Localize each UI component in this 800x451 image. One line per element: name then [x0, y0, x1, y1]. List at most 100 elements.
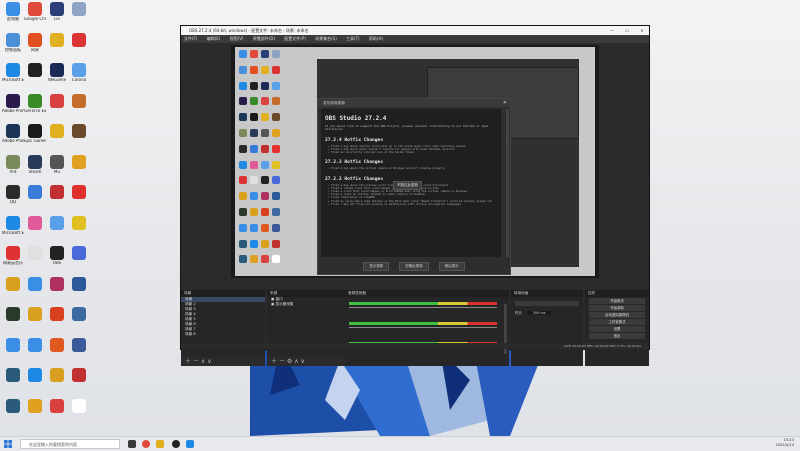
desktop-icon[interactable]: 此电脑: [2, 2, 24, 21]
desktop-icon[interactable]: Steam: [24, 154, 46, 174]
desktop-icon[interactable]: [46, 32, 68, 48]
desktop-icon[interactable]: [24, 215, 46, 231]
desktop-icon[interactable]: WeGame: [46, 63, 68, 82]
desktop-icon[interactable]: 网易: [24, 32, 46, 52]
transition-select[interactable]: [515, 301, 579, 306]
exit-button[interactable]: 退出: [589, 333, 645, 339]
dialog-scrollbar[interactable]: [506, 109, 509, 257]
desktop-icon[interactable]: [24, 398, 46, 414]
studio-mode-button[interactable]: 工作室模式: [589, 319, 645, 325]
remove-icon[interactable]: －: [279, 358, 285, 365]
desktop-icon[interactable]: [68, 2, 90, 17]
menu-docks[interactable]: 停靠部件(D): [253, 36, 275, 41]
obs-taskbar-icon[interactable]: [172, 440, 180, 448]
desktop-icon[interactable]: [68, 276, 90, 292]
desktop-icon[interactable]: [68, 368, 90, 383]
menu-profile[interactable]: 配置文件(P): [284, 36, 306, 41]
menu-view[interactable]: 视图(V): [230, 36, 244, 41]
desktop-icon[interactable]: 控制面板: [2, 32, 24, 52]
task-view-icon[interactable]: [128, 440, 136, 448]
start-streaming-button[interactable]: 开始推流: [589, 298, 645, 304]
move-up-icon[interactable]: ∧: [201, 358, 205, 365]
settings-button[interactable]: 设置: [589, 326, 645, 332]
scene-item[interactable]: 场景 8: [181, 332, 265, 337]
desktop-icon[interactable]: [68, 246, 90, 261]
move-down-icon[interactable]: ∨: [207, 358, 211, 365]
desktop-icon[interactable]: [46, 124, 68, 139]
desktop-icon[interactable]: [46, 215, 68, 231]
desktop-icon[interactable]: QQ: [2, 185, 24, 204]
desktop-icon[interactable]: 网易云音乐: [2, 246, 24, 265]
add-icon[interactable]: ＋: [185, 358, 191, 365]
remind-later-button[interactable]: 稍后提示: [438, 262, 465, 271]
volume-slider[interactable]: [349, 327, 497, 328]
chrome-icon[interactable]: [142, 440, 150, 448]
desktop-icon[interactable]: [24, 63, 46, 78]
desktop-icon[interactable]: GeForce Experience: [24, 93, 46, 113]
menu-file[interactable]: 文件(F): [184, 36, 197, 41]
show-update-button[interactable]: 显示更新: [363, 262, 390, 271]
desktop-icon[interactable]: [24, 307, 46, 322]
app-taskbar-icon[interactable]: [186, 440, 194, 448]
desktop-icon[interactable]: Adobe Premiere: [2, 93, 24, 113]
desktop-icon[interactable]: [68, 154, 90, 170]
close-icon[interactable]: ✕: [635, 26, 649, 35]
menu-scene-collection[interactable]: 场景集合(S): [315, 36, 337, 41]
desktop-icon[interactable]: [24, 368, 46, 383]
gear-icon[interactable]: ⚙: [287, 358, 292, 365]
desktop-icon[interactable]: [68, 337, 90, 353]
windows-start-icon[interactable]: [4, 440, 12, 448]
desktop-icon[interactable]: [68, 398, 90, 414]
desktop-icon[interactable]: [24, 246, 46, 261]
menu-tools[interactable]: 工具(T): [346, 36, 360, 41]
desktop-icon[interactable]: [46, 185, 68, 200]
desktop-icon[interactable]: [46, 307, 68, 322]
desktop-icon[interactable]: [2, 276, 24, 292]
minimize-icon[interactable]: —: [605, 26, 619, 35]
system-tray[interactable]: 15:23 2022/4/14: [776, 438, 794, 448]
desktop-icon[interactable]: [68, 185, 90, 200]
desktop-icon[interactable]: OBS: [46, 246, 68, 265]
desktop-icon[interactable]: [46, 276, 68, 292]
desktop-icon[interactable]: [46, 337, 68, 353]
desktop-icon[interactable]: [68, 93, 90, 109]
desktop-icon[interactable]: Corona: [68, 63, 90, 82]
desktop-icon[interactable]: [46, 93, 68, 109]
duration-input[interactable]: 300 ms: [526, 311, 552, 315]
volume-slider[interactable]: [349, 307, 497, 308]
obs-titlebar[interactable]: OBS 27.2.4 (64-bit, windows) - 配置文件: 未命名…: [181, 26, 649, 35]
maximize-icon[interactable]: ☐: [620, 26, 634, 35]
desktop-icon[interactable]: Microsoft Edge: [2, 215, 24, 235]
desktop-icon[interactable]: [2, 337, 24, 353]
desktop-icon[interactable]: Epic Games: [24, 124, 46, 143]
desktop-icon[interactable]: [68, 307, 90, 322]
desktop-icon[interactable]: [68, 32, 90, 48]
desktop-icon[interactable]: [68, 124, 90, 139]
desktop-icon[interactable]: Google Chrome: [24, 2, 46, 21]
remove-icon[interactable]: －: [193, 358, 199, 365]
explorer-icon[interactable]: [156, 440, 164, 448]
desktop-icon[interactable]: [68, 215, 90, 231]
desktop-icon[interactable]: Adobe Photoshop: [2, 124, 24, 143]
desktop-icon[interactable]: [46, 398, 68, 414]
desktop-icon[interactable]: [46, 368, 68, 383]
desktop-icon[interactable]: [2, 368, 24, 383]
desktop-icon[interactable]: [24, 276, 46, 292]
skip-update-button[interactable]: 忽略此更新: [399, 262, 429, 271]
desktop-icon[interactable]: [24, 185, 46, 200]
desktop-icon[interactable]: Mu: [46, 154, 68, 174]
add-icon[interactable]: ＋: [271, 358, 277, 365]
desktop-icon[interactable]: Ant: [2, 154, 24, 174]
menu-help[interactable]: 帮助(H): [369, 36, 383, 41]
start-virtual-camera-button[interactable]: 启动虚拟摄像机: [589, 312, 645, 318]
move-up-icon[interactable]: ∧: [294, 358, 298, 365]
desktop-icon[interactable]: Lol: [46, 2, 68, 21]
source-item[interactable]: ▣ 显示器采集: [267, 302, 345, 307]
desktop-icon[interactable]: [2, 307, 24, 322]
desktop-icon[interactable]: Microsoft Edge: [2, 63, 24, 82]
close-icon[interactable]: ✕: [503, 99, 507, 107]
start-recording-button[interactable]: 开始录制: [589, 305, 645, 311]
desktop-icon[interactable]: [24, 337, 46, 353]
taskbar-search-input[interactable]: 在这里输入你要搜索的内容: [20, 439, 120, 449]
menu-edit[interactable]: 编辑(E): [207, 36, 221, 41]
